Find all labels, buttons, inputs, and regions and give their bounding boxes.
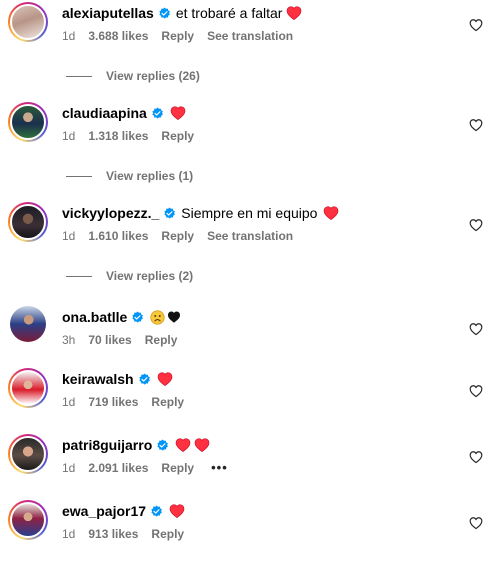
verified-badge-icon (138, 373, 151, 386)
heart-outline-icon[interactable] (469, 18, 483, 32)
comment-username[interactable]: vickyylopezz._ (62, 204, 159, 222)
red-heart-emoji-icon (286, 6, 302, 20)
verified-badge-icon (150, 505, 163, 518)
comment-likes[interactable]: 1.318 likes (88, 128, 148, 144)
red-heart-emoji-icon (169, 504, 185, 518)
sad-face-emoji-icon (150, 309, 165, 325)
comment-likes[interactable]: 913 likes (88, 526, 138, 542)
comment-likes[interactable]: 1.610 likes (88, 228, 148, 244)
reply-button[interactable]: Reply (151, 526, 184, 542)
replies-divider (66, 75, 92, 77)
comment-text: Siempre en mi equipo (181, 205, 318, 221)
red-heart-emoji-icon (170, 106, 186, 120)
red-heart-emoji-icon (175, 438, 191, 452)
heart-outline-icon[interactable] (469, 384, 483, 398)
comment-username[interactable]: claudiaapina (62, 104, 147, 122)
comment-username[interactable]: alexiaputellas (62, 4, 154, 22)
comment-time[interactable]: 1d (62, 128, 75, 144)
verified-badge-icon (156, 439, 169, 452)
avatar[interactable] (8, 368, 48, 408)
heart-outline-icon[interactable] (469, 450, 483, 464)
comment-likes[interactable]: 2.091 likes (88, 460, 148, 476)
comment-time[interactable]: 3h (62, 332, 75, 348)
reply-button[interactable]: Reply (151, 394, 184, 410)
view-replies-button[interactable]: View replies (2) (66, 269, 193, 283)
reply-button[interactable]: Reply (161, 228, 194, 244)
verified-badge-icon (158, 7, 171, 20)
reply-button[interactable]: Reply (161, 28, 194, 44)
comment-time[interactable]: 1d (62, 394, 75, 410)
replies-divider (66, 275, 92, 277)
avatar[interactable] (8, 500, 48, 540)
red-heart-emoji-icon (323, 206, 339, 220)
view-replies-label: View replies (26) (106, 69, 200, 83)
see-translation-button[interactable]: See translation (207, 228, 293, 244)
comment-time[interactable]: 1d (62, 228, 75, 244)
verified-badge-icon (151, 107, 164, 120)
see-translation-button[interactable]: See translation (207, 28, 293, 44)
avatar[interactable] (8, 2, 48, 42)
reply-button[interactable]: Reply (145, 332, 178, 348)
comment-likes[interactable]: 3.688 likes (88, 28, 148, 44)
avatar[interactable] (8, 102, 48, 142)
avatar[interactable] (8, 434, 48, 474)
red-heart-emoji-icon (157, 372, 173, 386)
comment-username[interactable]: patri8guijarro (62, 436, 152, 454)
black-heart-emoji-icon (167, 311, 181, 323)
comment-username[interactable]: ona.batlle (62, 308, 127, 326)
view-replies-label: View replies (1) (106, 169, 194, 183)
red-heart-emoji-icon (194, 438, 210, 452)
view-replies-label: View replies (2) (106, 269, 194, 283)
heart-outline-icon[interactable] (469, 218, 483, 232)
comment-username[interactable]: keirawalsh (62, 370, 134, 388)
heart-outline-icon[interactable] (469, 322, 483, 336)
comment-time[interactable]: 1d (62, 460, 75, 476)
comment-time[interactable]: 1d (62, 28, 75, 44)
heart-outline-icon[interactable] (469, 516, 483, 530)
comment-likes[interactable]: 70 likes (88, 332, 131, 348)
view-replies-button[interactable]: View replies (1) (66, 169, 193, 183)
comment-text: et trobaré a faltar (175, 5, 283, 21)
reply-button[interactable]: Reply (161, 460, 194, 476)
verified-badge-icon (131, 311, 144, 324)
verified-badge-icon (163, 207, 176, 220)
reply-button[interactable]: Reply (161, 128, 194, 144)
comment-username[interactable]: ewa_pajor17 (62, 502, 146, 520)
heart-outline-icon[interactable] (469, 118, 483, 132)
view-replies-button[interactable]: View replies (26) (66, 69, 200, 83)
comment-time[interactable]: 1d (62, 526, 75, 542)
more-options-button[interactable]: ••• (211, 460, 228, 476)
replies-divider (66, 175, 92, 177)
avatar[interactable] (10, 306, 46, 342)
comment-likes[interactable]: 719 likes (88, 394, 138, 410)
avatar[interactable] (8, 202, 48, 242)
